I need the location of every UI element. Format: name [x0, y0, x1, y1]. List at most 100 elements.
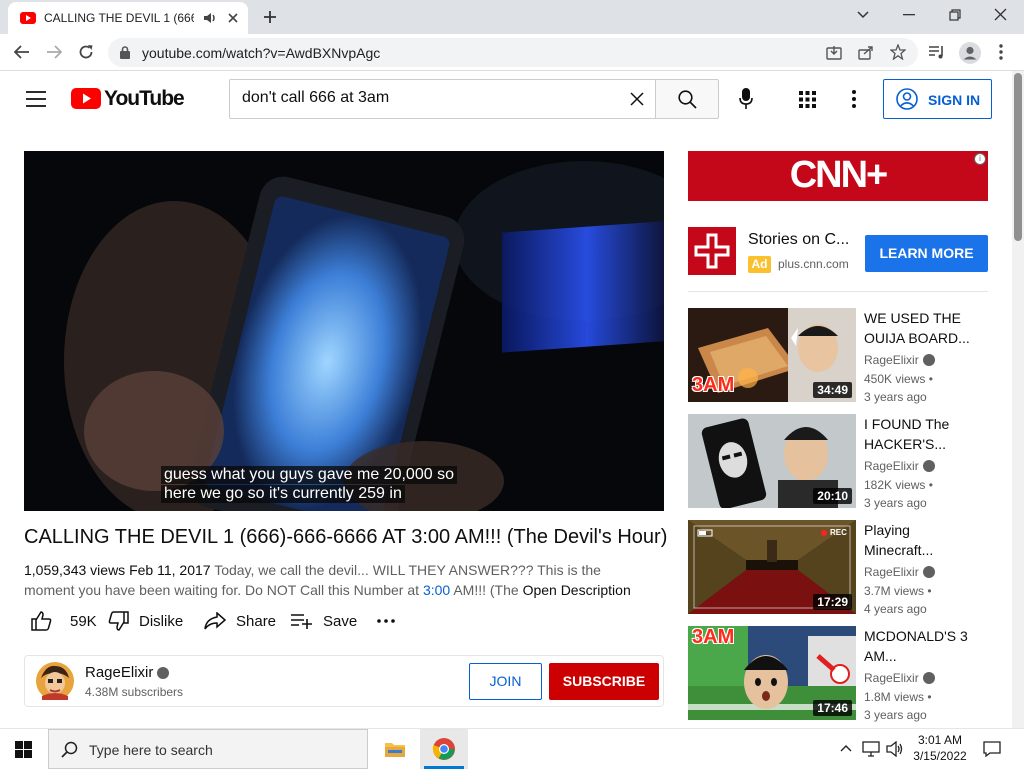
- cnn-plus-logo-icon: CNN+: [688, 151, 988, 201]
- channel-name-text: RageElixir: [864, 459, 919, 473]
- browser-toolbar: youtube.com/watch?v=AwdBXNvpAgc: [0, 34, 1024, 71]
- title-line: MCDONALD'S 3: [864, 628, 968, 644]
- title-line: HACKER'S...: [864, 436, 947, 452]
- video-thumbnail[interactable]: 20:10: [688, 414, 856, 508]
- thumbnail-badge-text: 3AM: [692, 626, 735, 648]
- channel-name-text: RageElixir: [85, 664, 154, 681]
- recommended-channel[interactable]: RageElixir: [864, 671, 935, 685]
- description-text: moment you have been waiting for. Do NOT…: [24, 582, 420, 598]
- audio-playing-icon[interactable]: [204, 12, 218, 24]
- open-description-button[interactable]: Open Description: [523, 582, 631, 598]
- channel-owner-box: RageElixir 4.38M subscribers JOIN SUBSCR…: [24, 655, 664, 707]
- video-thumbnail[interactable]: 3AM 34:49: [688, 308, 856, 402]
- sign-in-button[interactable]: SIGN IN: [883, 79, 992, 119]
- minimize-icon[interactable]: [903, 14, 915, 16]
- search-input[interactable]: [242, 89, 622, 107]
- recommended-views: 3.7M views •: [864, 584, 932, 598]
- tab-close-icon[interactable]: [227, 12, 239, 24]
- voice-search-microphone-icon[interactable]: [739, 88, 753, 110]
- recommended-age: 3 years ago: [864, 708, 927, 722]
- network-icon[interactable]: [862, 741, 880, 757]
- title-line: Playing: [864, 522, 910, 538]
- sign-in-label: SIGN IN: [928, 92, 981, 108]
- share-label: Share: [236, 612, 277, 630]
- taskbar-clock[interactable]: 3:01 AM 3/15/2022: [912, 733, 968, 763]
- subscribe-button[interactable]: SUBSCRIBE: [549, 663, 659, 700]
- reading-list-icon[interactable]: [928, 44, 946, 60]
- share-button[interactable]: Share: [204, 607, 276, 635]
- recommended-video[interactable]: 3AM 17:46 MCDONALD'S 3 AM... RageElixir …: [688, 626, 988, 722]
- reload-icon[interactable]: [78, 44, 94, 60]
- thumbs-down-icon: [108, 611, 129, 631]
- more-actions-icon[interactable]: [377, 607, 395, 635]
- back-arrow-icon[interactable]: [14, 45, 30, 59]
- thumbnail-badge-text: REC: [830, 528, 847, 537]
- address-bar[interactable]: youtube.com/watch?v=AwdBXNvpAgc: [108, 38, 918, 67]
- search-button[interactable]: [655, 79, 719, 119]
- recommended-video-title[interactable]: MCDONALD'S 3 AM...: [864, 626, 984, 666]
- dislike-button[interactable]: Dislike: [108, 607, 183, 635]
- youtube-favicon-icon: [20, 12, 36, 24]
- channel-avatar[interactable]: [36, 662, 74, 700]
- video-player[interactable]: guess what you guys gave me 20,000 so he…: [24, 151, 664, 511]
- recommended-video[interactable]: 3AM 34:49 WE USED THE OUIJA BOARD... Rag…: [688, 308, 988, 404]
- taskbar-search-box[interactable]: Type here to search: [48, 729, 368, 769]
- ad-title[interactable]: Stories on C...: [748, 231, 849, 249]
- show-hidden-icons-chevron-icon[interactable]: [840, 744, 852, 752]
- share-page-icon[interactable]: [858, 45, 874, 60]
- recommended-video[interactable]: 20:10 I FOUND The HACKER'S... RageElixir…: [688, 414, 988, 510]
- video-duration: 17:46: [813, 700, 852, 716]
- profile-avatar-icon[interactable]: [959, 42, 981, 64]
- recommended-channel[interactable]: RageElixir: [864, 459, 935, 473]
- verified-badge-icon: [157, 667, 170, 679]
- restore-icon[interactable]: [949, 9, 961, 21]
- ad-info-icon[interactable]: i: [974, 153, 986, 165]
- browser-tab-active[interactable]: CALLING THE DEVIL 1 (666)-: [8, 2, 248, 34]
- cnn-ad-banner[interactable]: CNN+ i: [688, 151, 988, 201]
- like-button[interactable]: 59K: [31, 607, 97, 635]
- new-tab-icon[interactable]: [262, 9, 278, 25]
- browser-menu-icon[interactable]: [999, 44, 1003, 60]
- channel-name-text: RageElixir: [864, 671, 919, 685]
- join-button[interactable]: JOIN: [469, 663, 542, 700]
- file-explorer-icon[interactable]: [384, 739, 406, 759]
- window-close-icon[interactable]: [994, 8, 1007, 21]
- video-thumbnail[interactable]: 3AM 17:46: [688, 626, 856, 720]
- learn-more-button[interactable]: LEARN MORE: [865, 235, 988, 272]
- scrollbar-thumb[interactable]: [1014, 73, 1022, 241]
- channel-name[interactable]: RageElixir: [85, 664, 170, 681]
- hamburger-menu-icon[interactable]: [26, 91, 46, 107]
- cnn-ad-logo-icon[interactable]: [688, 227, 736, 275]
- recommended-video[interactable]: REC 17:29 Playing Minecraft... RageElixi…: [688, 520, 988, 616]
- recommended-channel[interactable]: RageElixir: [864, 565, 935, 579]
- video-description[interactable]: 1,059,343 views Feb 11, 2017 Today, we c…: [24, 560, 664, 600]
- volume-icon[interactable]: [886, 741, 904, 757]
- settings-more-icon[interactable]: [852, 90, 856, 108]
- timestamp-link[interactable]: 3:00: [423, 582, 450, 598]
- bookmark-star-icon[interactable]: [890, 44, 906, 60]
- chrome-taskbar-button[interactable]: [420, 729, 468, 769]
- thumbnail-badge-text: 3AM: [692, 374, 735, 396]
- video-caption-line: here we go so it's currently 259 in: [161, 485, 405, 503]
- install-app-icon[interactable]: [826, 45, 842, 60]
- save-button[interactable]: Save: [291, 607, 357, 635]
- recommended-video-title[interactable]: WE USED THE OUIJA BOARD...: [864, 308, 984, 348]
- windows-start-icon[interactable]: [15, 741, 32, 758]
- forward-arrow-icon[interactable]: [46, 45, 62, 59]
- lock-icon[interactable]: [120, 46, 130, 59]
- thumbs-up-icon: [31, 611, 52, 631]
- page-scrollbar[interactable]: [1012, 71, 1024, 728]
- apps-grid-icon[interactable]: [799, 91, 816, 108]
- title-line: I FOUND The: [864, 416, 950, 432]
- video-duration: 17:29: [813, 594, 852, 610]
- windows-taskbar: Type here to search 3:01 AM 3/15/2022: [0, 728, 1024, 769]
- tab-search-chevron-icon[interactable]: [856, 10, 870, 20]
- notification-center-icon[interactable]: [983, 741, 1001, 757]
- recommended-video-title[interactable]: Playing Minecraft...: [864, 520, 984, 560]
- video-thumbnail[interactable]: REC 17:29: [688, 520, 856, 614]
- search-box[interactable]: [229, 79, 656, 119]
- chrome-icon: [432, 737, 456, 761]
- recommended-channel[interactable]: RageElixir: [864, 353, 935, 367]
- clear-search-icon[interactable]: [630, 92, 644, 106]
- recommended-video-title[interactable]: I FOUND The HACKER'S...: [864, 414, 984, 454]
